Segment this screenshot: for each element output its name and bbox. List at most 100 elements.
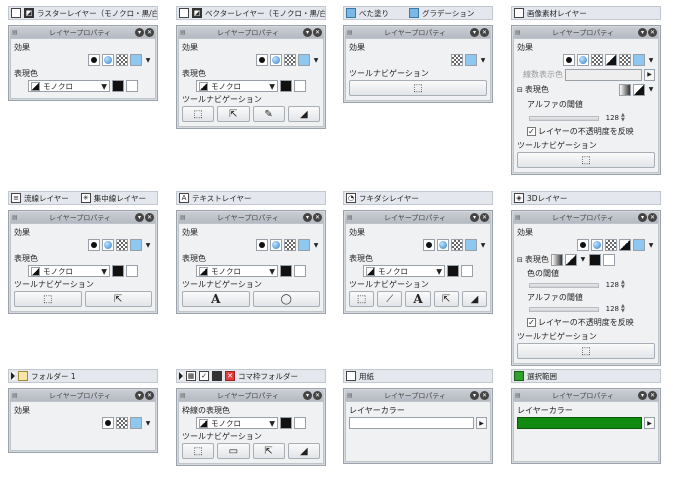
panel-titlebar[interactable]: ▤ レイヤープロパティ ▾ ✕ xyxy=(345,27,491,38)
extract-line-icon[interactable] xyxy=(270,239,282,251)
effect-dropdown-icon[interactable]: ▼ xyxy=(479,57,487,64)
object-tool-button[interactable]: ⬚ xyxy=(14,291,82,307)
expand-arrow-icon[interactable] xyxy=(11,372,15,380)
minimize-button[interactable]: ▾ xyxy=(470,213,479,222)
gray-mode-icon[interactable] xyxy=(619,83,631,96)
alpha-threshold-value[interactable]: 128 xyxy=(601,305,619,313)
close-button[interactable]: ✕ xyxy=(480,391,489,400)
visibility-icon[interactable] xyxy=(179,8,189,18)
close-button[interactable]: ✕ xyxy=(648,213,657,222)
pen-tool-button[interactable]: ◢ xyxy=(287,443,320,459)
tone-icon[interactable] xyxy=(284,54,296,66)
black-swatch[interactable] xyxy=(112,265,124,277)
panel-titlebar[interactable]: ▤ レイヤープロパティ ▾ ✕ xyxy=(10,27,156,38)
check-icon[interactable]: ✓ xyxy=(199,371,209,381)
grip-icon[interactable]: ▤ xyxy=(347,214,361,221)
color-mode-select[interactable]: モノクロ ▼ xyxy=(196,417,278,429)
visibility-icon[interactable] xyxy=(11,8,21,18)
minimize-button[interactable]: ▾ xyxy=(470,28,479,37)
select-arrow-button[interactable]: ⇱ xyxy=(433,291,459,307)
color-mode-dropdown-icon[interactable]: ▼ xyxy=(647,86,655,93)
layer-color-arrow[interactable]: ▶ xyxy=(644,417,655,429)
black-swatch[interactable] xyxy=(112,80,124,92)
extract-line-icon[interactable] xyxy=(577,54,589,66)
minimize-button[interactable]: ▾ xyxy=(135,28,144,37)
white-swatch[interactable] xyxy=(294,80,306,92)
color-spinner[interactable]: ▲ ▼ xyxy=(621,280,625,290)
grip-icon[interactable]: ▤ xyxy=(180,29,194,36)
border-effect-icon[interactable] xyxy=(88,239,100,251)
color-threshold-slider[interactable] xyxy=(529,282,599,288)
black-swatch[interactable] xyxy=(280,265,292,277)
collapse-icon[interactable]: ⊟ xyxy=(517,86,523,94)
panel-titlebar[interactable]: ▤ レイヤープロパティ ▾ ✕ xyxy=(10,390,156,401)
grip-icon[interactable]: ▤ xyxy=(347,29,361,36)
panel-titlebar[interactable]: ▤ レイヤープロパティ ▾ ✕ xyxy=(345,390,491,401)
tone-icon[interactable] xyxy=(451,239,463,251)
close-button[interactable]: ✕ xyxy=(480,28,489,37)
alpha-threshold-slider[interactable] xyxy=(529,115,599,121)
layer-color-icon[interactable] xyxy=(298,54,310,66)
white-swatch[interactable] xyxy=(294,265,306,277)
black-swatch[interactable] xyxy=(280,80,292,92)
alpha-spinner[interactable]: ▲ ▼ xyxy=(621,113,625,123)
mono-mode-icon[interactable] xyxy=(564,253,577,266)
black-swatch[interactable] xyxy=(280,417,292,429)
pen-tool-button[interactable]: ◢ xyxy=(287,106,320,122)
layer-color-icon[interactable] xyxy=(633,54,645,66)
grip-icon[interactable]: ▤ xyxy=(12,214,26,221)
layer-color-arrow[interactable]: ▶ xyxy=(476,417,487,429)
border-effect-icon[interactable] xyxy=(102,417,114,429)
extract-line-icon[interactable] xyxy=(591,239,603,251)
close-button[interactable]: ✕ xyxy=(648,391,657,400)
correct-line-button[interactable]: ✎ xyxy=(252,106,285,122)
extract-line-icon[interactable] xyxy=(102,54,114,66)
tone-icon[interactable] xyxy=(605,239,617,251)
close-button[interactable]: ✕ xyxy=(145,28,154,37)
text-tool-button[interactable]: A xyxy=(182,291,250,307)
layer-color-icon[interactable] xyxy=(633,239,645,251)
tone-icon[interactable] xyxy=(116,54,128,66)
pen-tool-button[interactable]: ◢ xyxy=(461,291,488,307)
object-tool-button[interactable]: ⬚ xyxy=(182,106,215,122)
object-tool-button[interactable]: ⬚ xyxy=(517,152,655,168)
layer-color-icon[interactable] xyxy=(465,239,477,251)
effect-dropdown-icon[interactable]: ▼ xyxy=(312,57,320,64)
minimize-button[interactable]: ▾ xyxy=(470,391,479,400)
color-mode-select[interactable]: モノクロ ▼ xyxy=(196,265,278,277)
object-tool-button[interactable]: ⬚ xyxy=(349,80,487,96)
color-mode-select[interactable]: モノクロ ▼ xyxy=(28,80,110,92)
layer-color-icon[interactable] xyxy=(130,417,142,429)
object-tool-button[interactable]: ⬚ xyxy=(182,443,215,459)
close-button[interactable]: ✕ xyxy=(480,213,489,222)
layer-color-icon[interactable] xyxy=(298,239,310,251)
collapse-icon[interactable]: ⊟ xyxy=(517,256,523,264)
minimize-button[interactable]: ▾ xyxy=(638,391,647,400)
minimize-button[interactable]: ▾ xyxy=(638,213,647,222)
minimize-button[interactable]: ▾ xyxy=(135,391,144,400)
border-effect-icon[interactable] xyxy=(256,54,268,66)
texture-icon[interactable] xyxy=(619,54,631,66)
border-effect-icon[interactable] xyxy=(423,239,435,251)
color-mode-dropdown-icon[interactable]: ▼ xyxy=(579,256,587,263)
minimize-button[interactable]: ▾ xyxy=(303,391,312,400)
panel-titlebar[interactable]: ▤ レイヤープロパティ ▾ ✕ xyxy=(10,212,156,223)
panel-titlebar[interactable]: ▤ レイヤープロパティ ▾ ✕ xyxy=(513,27,659,38)
color-mode-select[interactable]: モノクロ ▼ xyxy=(196,80,278,92)
alpha-threshold-value[interactable]: 128 xyxy=(601,114,619,122)
alpha-spinner[interactable]: ▲ ▼ xyxy=(621,304,625,314)
white-swatch[interactable] xyxy=(126,80,138,92)
layer-color-field[interactable] xyxy=(517,417,642,429)
mono-effect-icon[interactable] xyxy=(619,239,631,251)
gray-mode-icon[interactable] xyxy=(550,253,563,266)
text-tool-button[interactable]: A xyxy=(405,291,431,307)
frame-divide-button[interactable]: ▭ xyxy=(217,443,250,459)
balloon-tail-button[interactable]: ⟋ xyxy=(377,291,403,307)
close-button[interactable]: ✕ xyxy=(648,28,657,37)
grip-icon[interactable]: ▤ xyxy=(12,392,26,399)
panel-titlebar[interactable]: ▤ レイヤープロパティ ▾ ✕ xyxy=(345,212,491,223)
black-swatch[interactable] xyxy=(588,253,601,266)
mono-mode-icon[interactable] xyxy=(633,83,645,96)
invert-opacity-checkbox[interactable]: ✓ xyxy=(527,127,536,136)
grip-icon[interactable]: ▤ xyxy=(347,392,361,399)
